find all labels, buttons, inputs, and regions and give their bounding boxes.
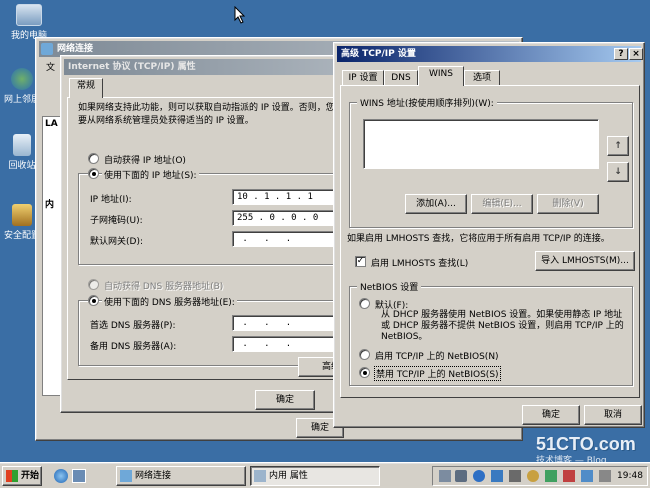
quick-launch-icon[interactable]	[72, 469, 86, 483]
netbios-default-radio[interactable]	[359, 298, 370, 309]
auto-dns-label: 自动获得 DNS 服务器地址(B)	[104, 282, 224, 292]
tab-options[interactable]: 选项	[464, 70, 500, 85]
advanced-window-titlebar[interactable]: 高级 TCP/IP 设置	[337, 46, 641, 62]
advanced-ok-button[interactable]: 确定	[522, 405, 580, 425]
manual-ip-label: 使用下面的 IP 地址(S):	[102, 168, 199, 181]
tray-network-icon[interactable]	[439, 470, 451, 482]
tray-app-icon[interactable]	[563, 470, 575, 482]
desktop-icon-label: 回收站	[8, 161, 36, 171]
tab-ip-settings[interactable]: IP 设置	[342, 70, 384, 85]
lmhosts-check-label: 启用 LMHOSTS 查找(L)	[371, 259, 469, 269]
properties-task-icon	[254, 470, 266, 482]
tcpip-ok-button[interactable]: 确定	[255, 390, 315, 410]
tray-app-icon[interactable]	[599, 470, 611, 482]
list-item-partial[interactable]: LA	[45, 119, 58, 129]
menu-item-file-partial[interactable]: 文	[46, 60, 55, 73]
auto-ip-radio[interactable]	[88, 153, 99, 164]
quick-launch-ie-icon[interactable]	[54, 469, 68, 483]
taskbar-item-network[interactable]: 网络连接	[116, 466, 246, 486]
start-label: 开始	[21, 471, 40, 481]
tray-speaker-icon[interactable]	[455, 470, 467, 482]
tray-app-icon[interactable]	[545, 470, 557, 482]
tray-app-icon[interactable]	[491, 470, 503, 482]
clock[interactable]: 19:48	[617, 471, 643, 481]
ip-address-label: IP 地址(I):	[90, 195, 132, 205]
network-icon	[11, 68, 33, 90]
help-button[interactable]: ?	[614, 48, 628, 60]
taskbar-item-label: 内用 属性	[269, 471, 308, 481]
start-button[interactable]: 开始	[2, 466, 42, 486]
preferred-dns-label: 首选 DNS 服务器(P):	[90, 321, 176, 331]
manual-ip-radio[interactable]	[88, 168, 99, 179]
desktop-icon-my-computer[interactable]: 我的电脑	[6, 4, 52, 41]
netbios-default-description: 从 DHCP 服务器使用 NetBIOS 设置。如果使用静态 IP 地址或 DH…	[381, 310, 624, 342]
security-config-icon	[12, 204, 32, 226]
subnet-mask-label: 子网掩码(U):	[90, 216, 143, 226]
wins-list-label: WINS 地址(按使用顺序排列)(W):	[357, 96, 497, 109]
netbios-group-label: NetBIOS 设置	[357, 280, 422, 293]
recycle-bin-icon	[13, 134, 31, 156]
add-button[interactable]: 添加(A)...	[405, 194, 467, 214]
netbios-enable-label: 启用 TCP/IP 上的 NetBIOS(N)	[375, 352, 499, 362]
edit-button[interactable]: 编辑(E)...	[471, 194, 533, 214]
netbios-disable-radio[interactable]	[359, 367, 370, 378]
alternate-dns-label: 备用 DNS 服务器(A):	[90, 342, 177, 352]
tray-help-icon[interactable]	[473, 470, 485, 482]
close-button[interactable]: ×	[629, 48, 643, 60]
tcpip-description: 如果网络支持此功能，则可以获取自动指派的 IP 设置。否则，您需要从网络系统管理…	[78, 103, 344, 126]
manual-dns-label: 使用下面的 DNS 服务器地址(E):	[102, 295, 237, 308]
remove-button[interactable]: 删除(V)	[537, 194, 599, 214]
wins-address-list[interactable]	[363, 119, 599, 169]
import-lmhosts-button[interactable]: 导入 LMHOSTS(M)...	[535, 251, 635, 271]
netbios-disable-label: 禁用 TCP/IP 上的 NetBIOS(S)	[374, 366, 501, 381]
manual-dns-radio[interactable]	[88, 295, 99, 306]
tray-app-icon[interactable]	[581, 470, 593, 482]
taskbar: 开始 网络连接 内用 属性 19:48	[0, 462, 650, 488]
mouse-cursor-icon	[234, 6, 246, 24]
lmhosts-checkbox[interactable]: ✓	[355, 256, 366, 267]
move-down-button[interactable]: ↓	[607, 162, 629, 182]
tcpip-window-titlebar[interactable]: Internet 协议 (TCP/IP) 属性	[64, 59, 364, 75]
auto-ip-label: 自动获得 IP 地址(O)	[104, 156, 186, 166]
network-window-icon	[41, 43, 53, 55]
tab-wins[interactable]: WINS	[418, 66, 464, 86]
auto-dns-radio[interactable]	[88, 279, 99, 290]
move-up-button[interactable]: ↑	[607, 136, 629, 156]
wins-tab-panel: WINS 地址(按使用顺序排列)(W): ↑ ↓ 添加(A)... 编辑(E).…	[340, 85, 640, 398]
advanced-window-title: 高级 TCP/IP 设置	[341, 49, 416, 59]
tray-app-icon[interactable]	[527, 470, 539, 482]
taskbar-item-properties[interactable]: 内用 属性	[250, 466, 380, 486]
lmhosts-note: 如果启用 LMHOSTS 查找，它将应用于所有启用 TCP/IP 的连接。	[347, 234, 610, 244]
tcpip-window-title: Internet 协议 (TCP/IP) 属性	[68, 62, 196, 72]
general-tab-panel: 如果网络支持此功能，则可以获取自动指派的 IP 设置。否则，您需要从网络系统管理…	[67, 97, 364, 380]
computer-icon	[16, 4, 42, 26]
tab-general[interactable]: 常规	[69, 78, 103, 98]
advanced-tcpip-window[interactable]: 高级 TCP/IP 设置 ? × IP 设置 DNS WINS 选项 WINS …	[333, 42, 645, 428]
taskbar-item-label: 网络连接	[135, 471, 172, 481]
netbios-enable-radio[interactable]	[359, 349, 370, 360]
network-task-icon	[120, 470, 132, 482]
system-tray: 19:48	[432, 466, 648, 486]
watermark-main: 51CTO.com	[536, 434, 636, 454]
windows-logo-icon	[6, 470, 18, 482]
tray-app-icon[interactable]	[509, 470, 521, 482]
default-gateway-label: 默认网关(D):	[90, 237, 143, 247]
tab-dns[interactable]: DNS	[384, 70, 418, 85]
network-window-title: 网络连接	[57, 44, 94, 54]
advanced-cancel-button[interactable]: 取消	[584, 405, 642, 425]
list-item-partial[interactable]: 内	[45, 197, 54, 210]
tcpip-properties-window[interactable]: Internet 协议 (TCP/IP) 属性 常规 如果网络支持此功能，则可以…	[60, 55, 368, 413]
